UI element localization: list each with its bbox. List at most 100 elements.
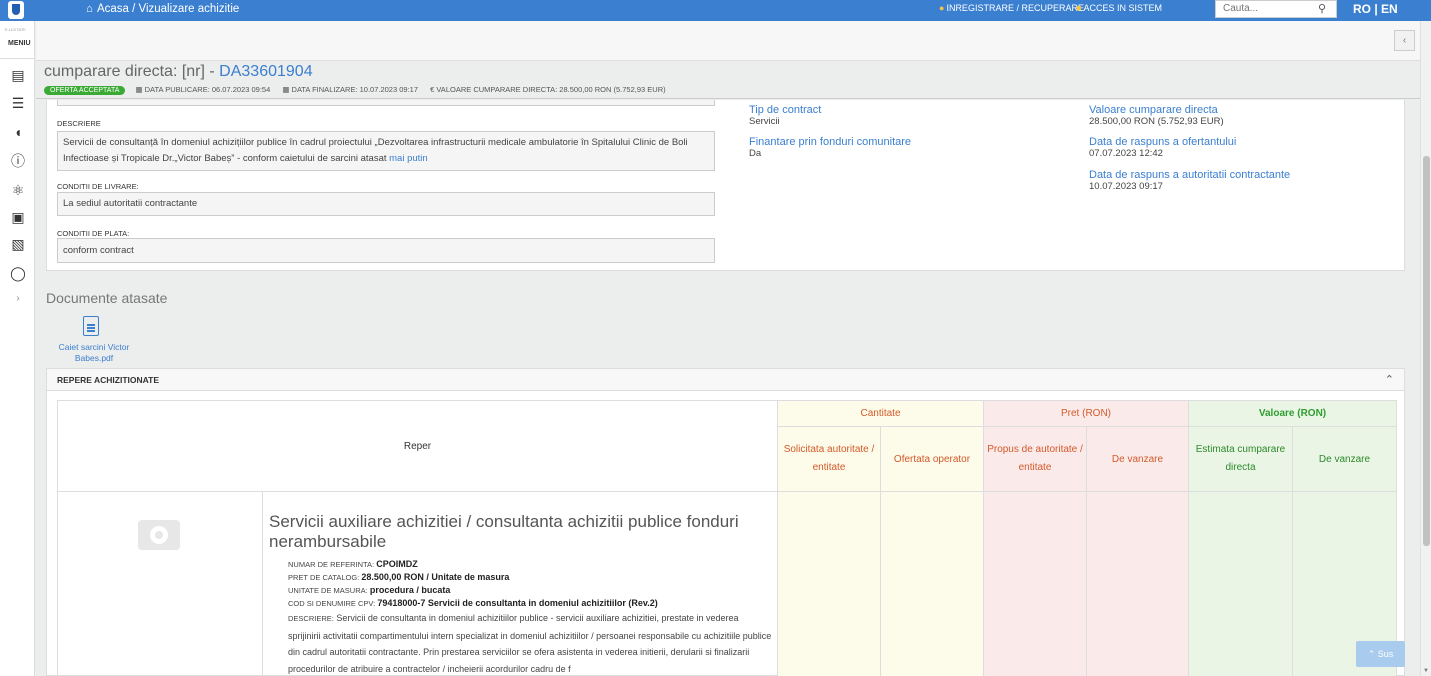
cell-de-vanzare-pret	[1086, 491, 1189, 676]
left-sidebar: E-LICITATII MENIU ▤ ☰ ◖ ⓘ ⚛ ▣ ▧ ◯ ›	[0, 21, 35, 676]
page-scrollbar[interactable]: ▼	[1420, 21, 1431, 676]
register-link-label: INREGISTRARE / RECUPERARE	[946, 3, 1084, 13]
procurement-code: DA33601904	[219, 63, 313, 80]
title-prefix: cumparare directa: [nr] -	[44, 63, 220, 80]
item-catalog-price: PRET DE CATALOG: 28.500,00 RON / Unitate…	[288, 571, 773, 584]
pdf-file-icon[interactable]	[83, 316, 99, 336]
description-text: Servicii de consultanță în domeniul achi…	[63, 137, 688, 164]
cell-propus	[983, 491, 1087, 676]
column-group-cantitate: Cantitate	[777, 400, 984, 427]
page-title: cumparare directa: [nr] - DA33601904	[44, 63, 313, 81]
column-estimata: Estimata cumparare directa	[1188, 426, 1293, 492]
column-de-vanzare-valoare: De vanzare	[1292, 426, 1397, 492]
cell-ofertata	[880, 491, 984, 676]
repere-title: REPERE ACHIZITIONATE	[57, 375, 160, 385]
repere-panel: REPERE ACHIZITIONATE ⌃ Reper Cantitate P…	[46, 368, 1405, 676]
menu-label[interactable]: MENIU	[8, 40, 31, 47]
column-propus: Propus de autoritate / entitate	[983, 426, 1087, 492]
finalize-date: ▦ DATA FINALIZARE: 10.07.2023 09:17	[282, 85, 419, 94]
eu-funding-label: Finantare prin fonduri comunitare	[749, 136, 912, 148]
column-de-vanzare-pret: De vanzare	[1086, 426, 1189, 492]
authority-response-label: Data de raspuns a autoritatii contractan…	[1089, 169, 1291, 181]
item-cpv: COD SI DENUMIRE CPV: 79418000-7 Servicii…	[288, 597, 773, 610]
search-box: ⚲	[1215, 0, 1337, 18]
item-info-cell: Servicii auxiliare achizitiei / consulta…	[262, 491, 778, 676]
login-link[interactable]: ■ ACCES IN SISTEM	[1076, 3, 1162, 13]
scrollbar-thumb[interactable]	[1423, 156, 1430, 546]
content-top-strip: ‹	[36, 21, 1420, 61]
lock-icon: ■	[1076, 3, 1082, 13]
scroll-to-top-label: Sus	[1377, 649, 1394, 659]
bidder-response-value: 07.07.2023 12:42	[1089, 148, 1163, 159]
item-unit-label: UNITATE DE MASURA:	[288, 586, 368, 595]
document-icon[interactable]: ▤	[10, 67, 26, 83]
item-cpv-label: COD SI DENUMIRE CPV:	[288, 599, 376, 608]
column-ofertata: Ofertata operator	[880, 426, 984, 492]
scroll-to-top-button[interactable]: ⌃ Sus	[1356, 641, 1405, 667]
document-link[interactable]: Caiet sarcini Victor Babes.pdf	[54, 342, 134, 364]
sidebar-brand: E-LICITATII	[5, 27, 26, 32]
search-input[interactable]	[1216, 1, 1311, 16]
column-group-pret: Pret (RON)	[983, 400, 1189, 427]
id-card-icon[interactable]: ▣	[10, 209, 26, 225]
sidebar-divider	[0, 58, 35, 59]
direct-purchase-value: Valoare cumparare directa 28.500,00 RON …	[1089, 104, 1389, 127]
description-box: Servicii de consultanță în domeniul achi…	[57, 131, 715, 171]
inbox-icon[interactable]: ▧	[10, 236, 26, 252]
language-switch[interactable]: RO | EN	[1353, 2, 1398, 16]
page-header: cumparare directa: [nr] - DA33601904 OFE…	[36, 61, 1420, 99]
chat-icon[interactable]: ◯	[10, 265, 26, 281]
item-unit-value: procedura / bucata	[369, 585, 451, 595]
home-icon[interactable]: ⌂	[86, 3, 93, 15]
contract-type: Tip de contract Servicii	[749, 104, 1049, 127]
question-icon[interactable]: ⓘ	[10, 153, 26, 169]
collapse-panel-button[interactable]: ‹	[1394, 30, 1415, 51]
item-unit: UNITATE DE MASURA: procedura / bucata	[288, 584, 773, 597]
details-panel: DESCRIERE Servicii de consultanță în dom…	[46, 100, 1405, 271]
contract-type-value: Servicii	[749, 116, 780, 127]
login-link-label: ACCES IN SISTEM	[1083, 3, 1162, 13]
chevron-up-icon[interactable]: ⌃	[1385, 373, 1394, 386]
delivery-box: La sediul autoritatii contractante	[57, 192, 715, 216]
item-attributes: NUMAR DE REFERINTA: CPOIMDZ PRET DE CATA…	[288, 558, 773, 676]
authority-response-date: Data de raspuns a autoritatii contractan…	[1089, 169, 1389, 192]
item-reference-label: NUMAR DE REFERINTA:	[288, 560, 375, 569]
item-cpv-value: 79418000-7 Servicii de consultanta in do…	[377, 598, 658, 608]
item-reference: NUMAR DE REFERINTA: CPOIMDZ	[288, 558, 773, 571]
search-icon[interactable]: ⚲	[1318, 2, 1326, 15]
scroll-down-arrow-icon[interactable]: ▼	[1423, 668, 1429, 674]
contract-type-label: Tip de contract	[749, 104, 822, 116]
procurement-meta: OFERTA ACCEPTATA ▦ DATA PUBLICARE: 06.07…	[44, 85, 676, 95]
breadcrumb-text[interactable]: Acasa / Vizualizare achizitie	[97, 3, 239, 15]
item-catalog-price-value: 28.500,00 RON / Unitate de masura	[361, 572, 510, 582]
item-description: DESCRIERE: Servicii de consultanta in do…	[288, 610, 773, 676]
top-navbar: ⌂ Acasa / Vizualizare achizitie ● INREGIST…	[0, 0, 1431, 21]
column-solicitata: Solicitata autoritate / entitate	[777, 426, 881, 492]
cell-estimata	[1188, 491, 1293, 676]
site-logo[interactable]	[8, 1, 24, 19]
pie-chart-icon[interactable]: ◖	[10, 124, 26, 140]
camera-icon	[138, 520, 180, 550]
payment-label: CONDITII DE PLATA:	[57, 229, 130, 238]
item-image-cell	[57, 491, 263, 676]
bidder-response-date: Data de raspuns a ofertantului 07.07.202…	[1089, 136, 1389, 159]
eu-funding-value: Da	[749, 148, 762, 159]
publish-date-text: DATA PUBLICARE: 06.07.2023 09:54	[144, 85, 271, 94]
repere-table: Reper Cantitate Pret (RON) Valoare (RON)…	[57, 400, 1397, 676]
item-description-text: Servicii de consultanta in domeniul achi…	[288, 613, 772, 674]
user-icon: ●	[939, 3, 945, 13]
breadcrumb: ⌂ Acasa / Vizualizare achizitie	[86, 3, 239, 15]
item-description-label: DESCRIERE:	[288, 614, 334, 623]
repere-header[interactable]: REPERE ACHIZITIONATE ⌃	[47, 369, 1404, 391]
item-title: Servicii auxiliare achizitiei / consulta…	[269, 512, 739, 551]
list-arrow-icon[interactable]: ☰	[10, 95, 26, 111]
table-row: Servicii auxiliare achizitiei / consulta…	[57, 491, 1397, 676]
column-reper: Reper	[57, 400, 778, 492]
chevron-right-icon[interactable]: ›	[10, 291, 26, 307]
network-icon[interactable]: ⚛	[10, 182, 26, 198]
direct-purchase-value-amount: 28.500,00 RON (5.752,93 EUR)	[1089, 116, 1224, 127]
toggle-description-link[interactable]: mai putin	[389, 153, 428, 164]
column-group-valoare: Valoare (RON)	[1188, 400, 1397, 427]
cell-solicitata	[777, 491, 881, 676]
register-link[interactable]: ● INREGISTRARE / RECUPERARE	[939, 3, 1084, 13]
